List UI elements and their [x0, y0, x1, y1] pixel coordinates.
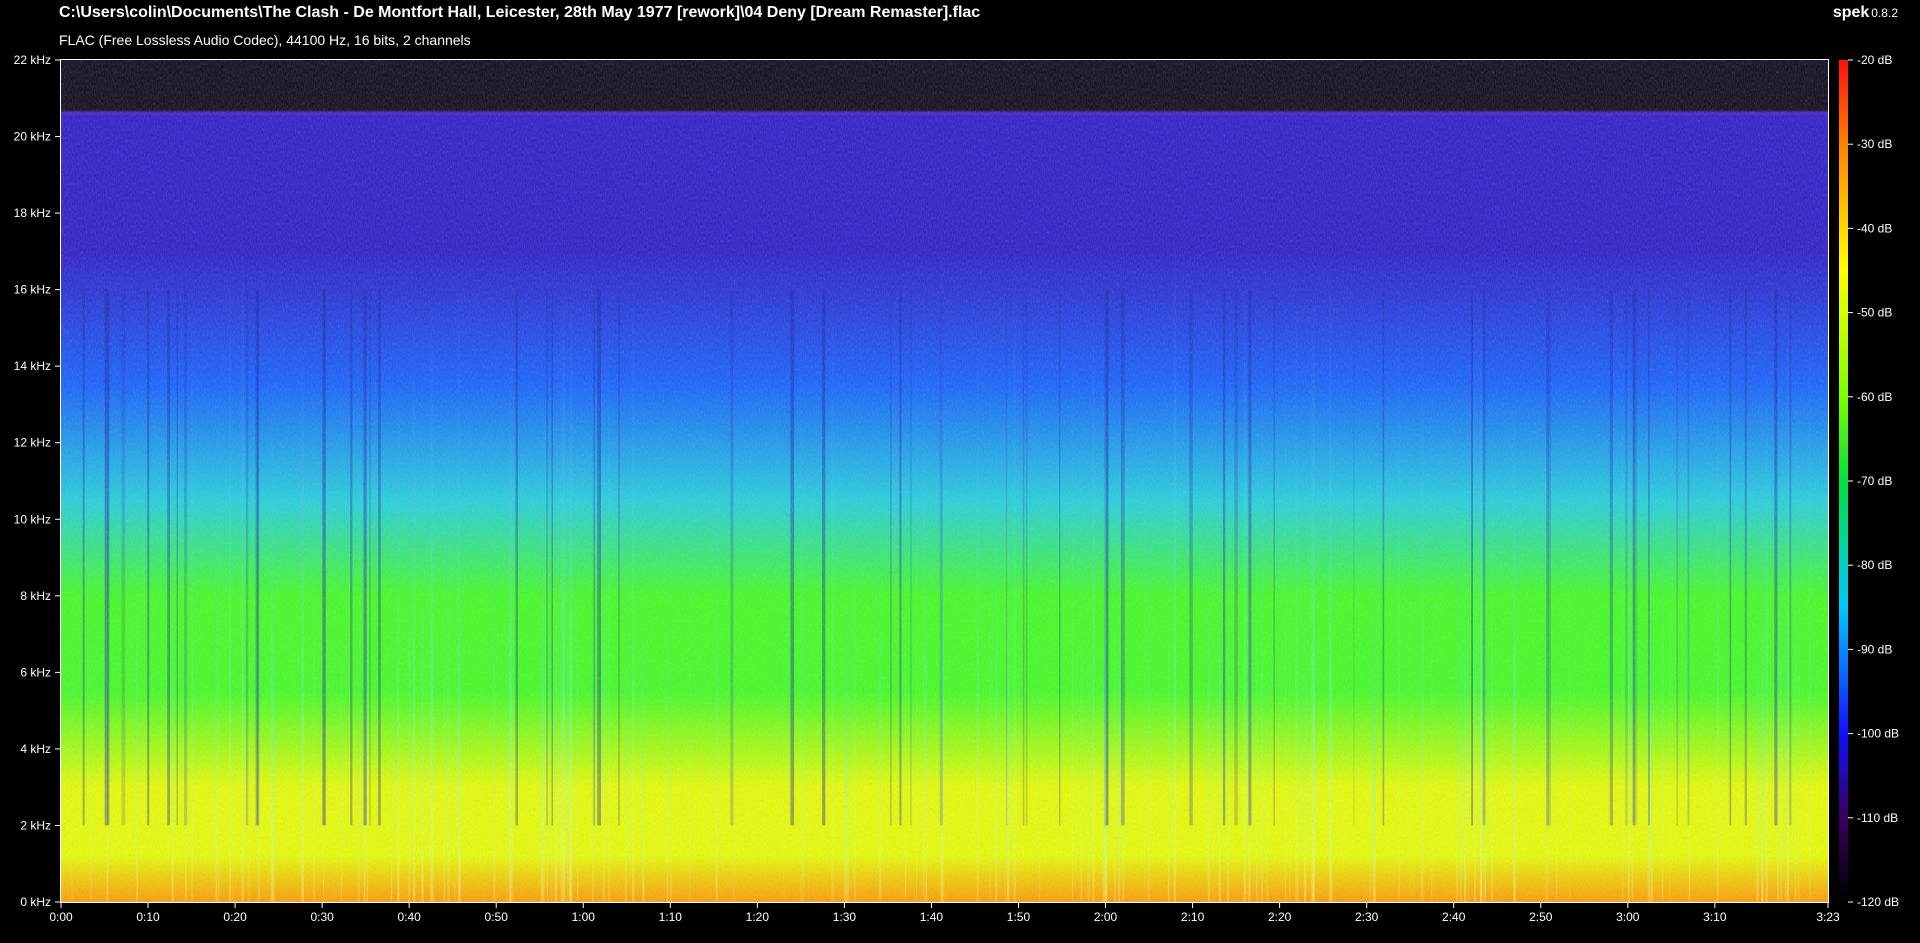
x-tick-label: 1:20	[746, 910, 770, 924]
frequency-axis: 0 kHz 2 kHz 4 kHz 6 kHz 8 kHz 10 kHz 12 kHz 14 …	[14, 53, 61, 909]
colorbar-tick-label: -80 dB	[1857, 558, 1892, 572]
spectrogram-noise-texture	[61, 60, 1828, 902]
colorbar	[1839, 60, 1848, 902]
x-tick-label: 3:00	[1616, 910, 1640, 924]
colorbar-tick-label: -110 dB	[1857, 811, 1898, 825]
time-axis: 0:00 0:10 0:20 0:30 0:40 0:50 1:00 1:10 1:20 1:30…	[49, 902, 1840, 924]
x-tick-label: 0:00	[49, 910, 73, 924]
colorbar-tick-label: -40 dB	[1857, 221, 1892, 235]
x-tick-label: 0:30	[310, 910, 334, 924]
x-tick-label: 2:30	[1355, 910, 1379, 924]
x-tick-label: 1:00	[572, 910, 596, 924]
spectrogram-image	[61, 60, 1828, 902]
colorbar-tick-label: -60 dB	[1857, 390, 1892, 404]
x-tick-label: 0:20	[223, 910, 247, 924]
y-tick-label: 0 kHz	[20, 895, 51, 909]
x-tick-label: 1:10	[659, 910, 683, 924]
colorbar-tick-label: -120 dB	[1857, 895, 1899, 909]
colorbar-tick-label: -90 dB	[1857, 642, 1892, 656]
x-tick-label: 1:40	[920, 910, 944, 924]
y-tick-label: 2 kHz	[20, 818, 51, 832]
x-tick-label: 1:50	[1007, 910, 1031, 924]
x-tick-label: 2:50	[1529, 910, 1553, 924]
y-tick-label: 16 kHz	[14, 283, 51, 297]
x-tick-label: 0:40	[397, 910, 421, 924]
y-tick-label: 12 kHz	[14, 436, 51, 450]
colorbar-tick-label: -20 dB	[1857, 53, 1892, 67]
colorbar-tick-label: -50 dB	[1857, 306, 1892, 320]
colorbar-tick-label: -70 dB	[1857, 474, 1892, 488]
x-tick-label: 3:10	[1703, 910, 1727, 924]
colorbar-tick-label: -30 dB	[1857, 137, 1892, 151]
y-tick-label: 22 kHz	[14, 53, 51, 67]
spectrogram-chart: 0 kHz 2 kHz 4 kHz 6 kHz 8 kHz 10 kHz 12 kHz 14 …	[14, 53, 1899, 924]
colorbar-tick-label: -100 dB	[1857, 727, 1899, 741]
y-tick-label: 18 kHz	[14, 206, 51, 220]
x-tick-label: 2:40	[1442, 910, 1466, 924]
y-tick-label: 8 kHz	[20, 589, 51, 603]
y-tick-label: 10 kHz	[14, 512, 51, 526]
y-tick-label: 6 kHz	[20, 665, 51, 679]
y-tick-label: 20 kHz	[14, 130, 51, 144]
y-tick-label: 14 kHz	[14, 359, 51, 373]
x-tick-label: 1:30	[833, 910, 857, 924]
x-tick-label: 2:10	[1181, 910, 1205, 924]
x-tick-label: 2:00	[1094, 910, 1118, 924]
x-tick-label: 3:23	[1816, 910, 1840, 924]
colorbar-axis: -20 dB -30 dB -40 dB -50 dB -60 dB -70 dB -80 …	[1848, 53, 1899, 909]
x-tick-label: 0:10	[136, 910, 160, 924]
x-tick-label: 2:20	[1268, 910, 1292, 924]
y-tick-label: 4 kHz	[20, 742, 51, 756]
x-tick-label: 0:50	[485, 910, 509, 924]
